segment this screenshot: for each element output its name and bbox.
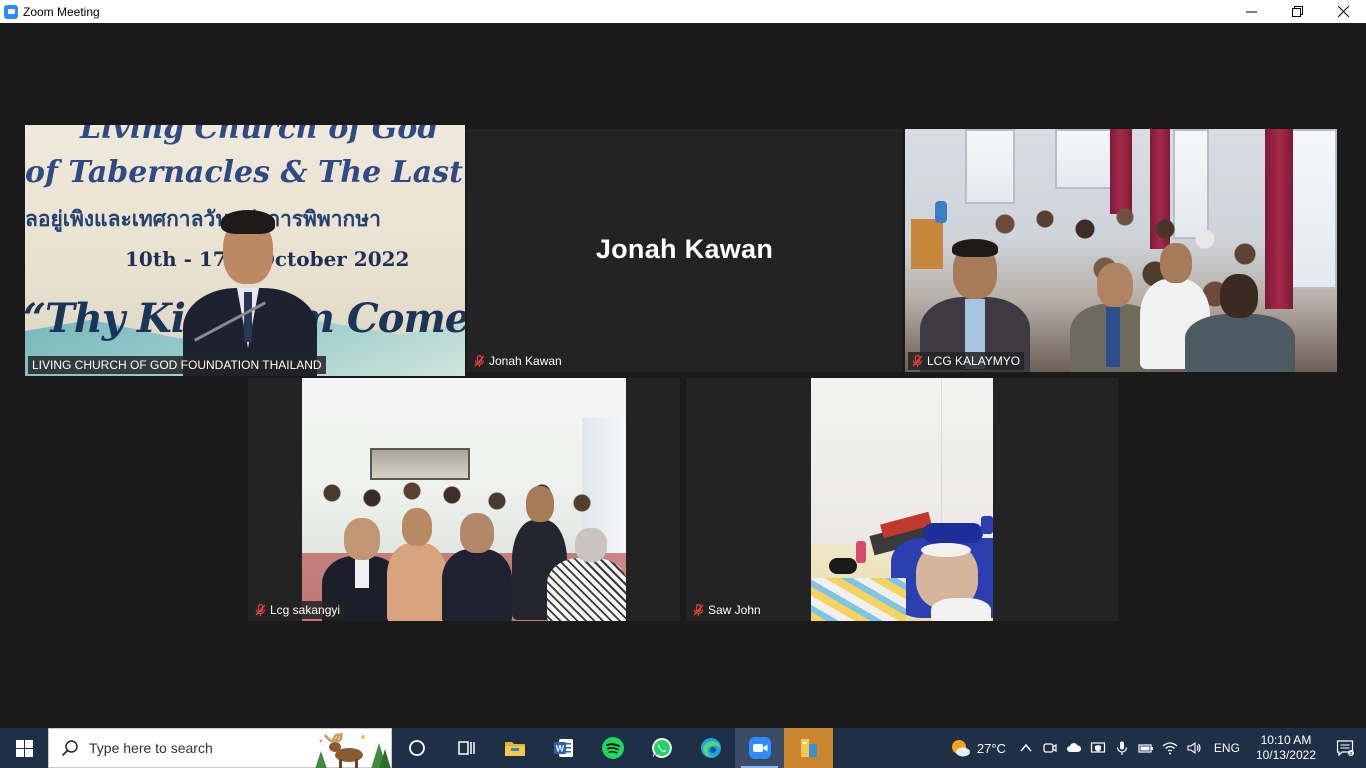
window-controls [1228, 0, 1366, 23]
search-icon [61, 740, 78, 757]
camera-icon [1043, 743, 1057, 753]
taskbar-search[interactable]: Type here to search [48, 728, 392, 768]
task-view-icon [457, 741, 475, 755]
sakangyi-video [302, 378, 626, 621]
participant-name: LIVING CHURCH OF GOD FOUNDATION THAILAND [32, 358, 322, 372]
weather-widget[interactable]: 27°C [945, 728, 1014, 768]
edge-icon [700, 738, 721, 758]
microphone-icon [1116, 741, 1128, 755]
video-tile-sakangyi[interactable]: Lcg sakangyi [248, 378, 680, 621]
file-explorer-icon [504, 742, 525, 756]
participant-name: Lcg sakangyi [270, 603, 341, 617]
attendee-woman [387, 508, 447, 621]
notifications-button[interactable]: 2 [1324, 728, 1366, 768]
restore-icon [1291, 6, 1303, 17]
participant-name-tag: Saw John [689, 601, 765, 619]
battery-icon [1138, 744, 1153, 753]
mic-muted-icon [693, 603, 704, 616]
window-title: Zoom Meeting [23, 4, 100, 19]
search-placeholder: Type here to search [89, 740, 213, 756]
sawjohn-video [811, 378, 993, 621]
banner-line-2: of Tabernacles & The Last G [25, 155, 465, 190]
system-tray: 27°C ENG 10:10 AM 10/13/2022 2 [945, 728, 1366, 768]
files-button[interactable] [784, 728, 833, 768]
language-button[interactable]: ENG [1206, 728, 1248, 768]
clock-time: 10:10 AM [1260, 733, 1312, 747]
participant-name-tag: Jonah Kawan [470, 352, 566, 370]
close-button[interactable] [1320, 0, 1366, 23]
svg-text:W: W [555, 744, 564, 754]
attendee-arms-crossed [442, 513, 512, 621]
minimize-icon [1245, 11, 1257, 13]
security-button[interactable] [1086, 728, 1110, 768]
edge-button[interactable] [686, 728, 735, 768]
video-tile-kalaymyo[interactable]: LCG KALAYMYO [905, 129, 1337, 372]
zoom-icon [4, 4, 18, 19]
person-in-bed [911, 543, 991, 621]
weather-sun-cloud-icon [951, 740, 970, 757]
spotify-button[interactable] [588, 728, 637, 768]
start-button[interactable] [0, 728, 48, 768]
cloud-icon [1066, 743, 1081, 752]
clock-button[interactable]: 10:10 AM 10/13/2022 [1248, 733, 1324, 763]
video-tile-jonah[interactable]: Jonah Kawan Jonah Kawan [467, 129, 902, 372]
attendee-checkered [547, 528, 626, 621]
microphone-button[interactable] [1110, 728, 1134, 768]
title-bar: Zoom Meeting [0, 0, 1366, 23]
participant-display-name: Jonah Kawan [595, 234, 774, 264]
language-label: ENG [1213, 741, 1240, 755]
volume-button[interactable] [1182, 728, 1206, 768]
speaker-person [175, 210, 325, 376]
show-hidden-icons-button[interactable] [1014, 728, 1038, 768]
video-tile-speaker[interactable]: Living Church of God of Tabernacles & Th… [25, 125, 465, 376]
word-icon: W [553, 739, 573, 757]
battery-button[interactable] [1134, 728, 1158, 768]
banner-line-1: Living Church of God [80, 125, 439, 146]
taskbar: Type here to search W 27°C ENG 10:10 AM … [0, 728, 1366, 768]
participant-name-tag: LCG KALAYMYO [908, 352, 1025, 370]
mic-muted-icon [474, 354, 485, 367]
kalaymyo-video [905, 129, 1337, 372]
close-icon [1337, 6, 1349, 17]
zoom-icon [748, 737, 771, 759]
task-view-button[interactable] [441, 728, 490, 768]
participant-name: Jonah Kawan [489, 354, 562, 368]
chevron-up-icon [1020, 743, 1032, 752]
participant-name-tag: Lcg sakangyi [251, 601, 345, 619]
clock-date: 10/13/2022 [1255, 748, 1316, 762]
weather-temperature: 27°C [976, 740, 1006, 756]
cortana-button[interactable] [392, 728, 441, 768]
mic-muted-icon [255, 603, 266, 616]
restore-button[interactable] [1274, 0, 1320, 23]
participant-name: LCG KALAYMYO [927, 354, 1021, 368]
participant-name-tag: LIVING CHURCH OF GOD FOUNDATION THAILAND [28, 356, 326, 374]
file-explorer-button[interactable] [490, 728, 539, 768]
display-shield-icon [1090, 742, 1106, 753]
mic-muted-icon [912, 354, 923, 367]
cortana-icon [408, 740, 425, 756]
video-tile-sawjohn[interactable]: Saw John [686, 378, 1118, 621]
spotify-icon [601, 737, 624, 759]
wifi-icon [1162, 742, 1178, 755]
whatsapp-button[interactable] [637, 728, 686, 768]
minimize-button[interactable] [1228, 0, 1274, 23]
zoom-taskbar-button[interactable] [735, 728, 784, 768]
word-button[interactable]: W [539, 728, 588, 768]
attendee-right [1185, 274, 1295, 372]
moose-illustration-icon [315, 732, 391, 768]
meet-now-button[interactable] [1038, 728, 1062, 768]
whatsapp-icon [651, 738, 672, 758]
participant-name: Saw John [708, 603, 761, 617]
network-button[interactable] [1158, 728, 1182, 768]
onedrive-button[interactable] [1062, 728, 1086, 768]
speaker-volume-icon [1187, 741, 1201, 755]
windows-icon [15, 739, 33, 757]
files-icon [800, 739, 817, 757]
speaker-video: Living Church of God of Tabernacles & Th… [25, 125, 465, 376]
notification-icon: 2 [1336, 740, 1354, 757]
